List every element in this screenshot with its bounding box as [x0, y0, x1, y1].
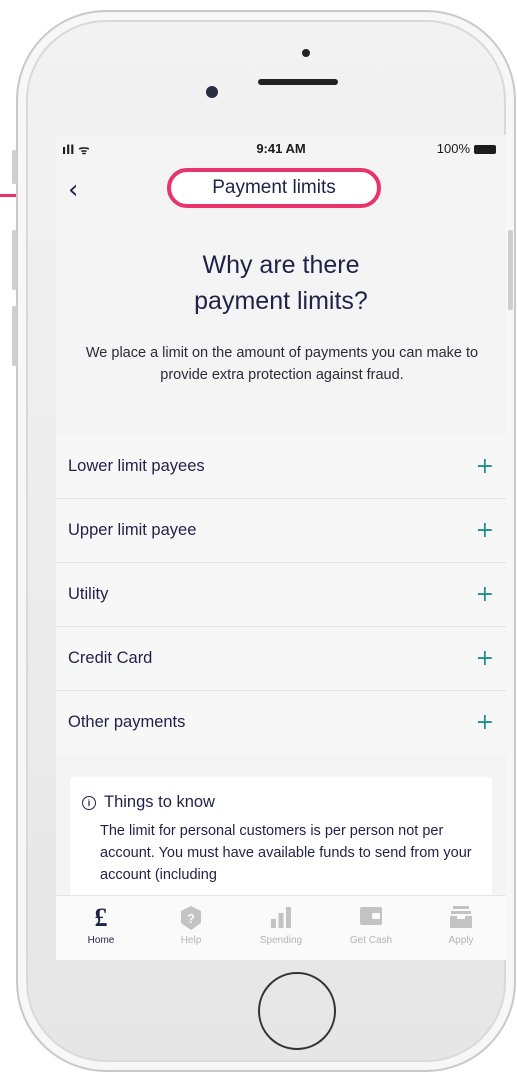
info-icon: i [82, 796, 96, 810]
page-title: Payment limits [212, 177, 336, 198]
hero-heading-line2: payment limits? [194, 287, 368, 315]
plus-icon[interactable]: + [476, 646, 494, 671]
navigation-bar: ‹ Payment limits [56, 167, 506, 213]
svg-text:?: ? [187, 911, 195, 926]
question-icon: ? [146, 905, 236, 931]
title-highlight: Payment limits [167, 168, 381, 208]
accordion-item-lower-limit-payees[interactable]: Lower limit payees + [56, 435, 506, 498]
tab-bar: £ Home ? Help Spending Get Cash Apply [56, 895, 506, 960]
accordion-item-utility[interactable]: Utility + [56, 562, 506, 626]
inbox-icon [416, 905, 506, 931]
tab-get-cash[interactable]: Get Cash [326, 896, 416, 960]
accordion-item-label: Lower limit payees [68, 457, 205, 475]
accordion-item-credit-card[interactable]: Credit Card + [56, 626, 506, 690]
volume-down-button[interactable] [12, 306, 17, 366]
volume-up-button[interactable] [12, 230, 17, 290]
things-to-know-body: The limit for personal customers is per … [100, 823, 472, 883]
accordion-item-upper-limit-payee[interactable]: Upper limit payee + [56, 498, 506, 562]
accordion-item-label: Credit Card [68, 649, 153, 667]
bar-chart-icon [236, 905, 326, 931]
battery-percent: 100% [436, 141, 470, 156]
tab-label: Apply [448, 935, 474, 946]
home-button[interactable] [258, 972, 336, 1050]
proximity-sensor [302, 49, 310, 57]
hero-description: We place a limit on the amount of paymen… [85, 345, 479, 383]
things-to-know-title: Things to know [104, 793, 215, 811]
plus-icon[interactable]: + [476, 710, 494, 735]
accordion-item-other-payments[interactable]: Other payments + [56, 690, 506, 754]
plus-icon[interactable]: + [476, 518, 494, 543]
tab-apply[interactable]: Apply [416, 896, 506, 960]
battery-indicator: 100% [437, 141, 496, 156]
phone-screen: ıll ᯤ 9:41 AM 100% ‹ Payment limits Why … [56, 135, 506, 960]
accordion-item-label: Utility [68, 585, 109, 603]
things-to-know-heading: i Things to know [82, 793, 215, 812]
tab-label: Get Cash [349, 935, 393, 946]
chevron-left-icon: ‹ [68, 175, 79, 205]
accordion-item-label: Upper limit payee [68, 521, 197, 539]
status-bar: ıll ᯤ 9:41 AM 100% [56, 135, 506, 163]
tab-label: Spending [259, 935, 303, 946]
mute-switch [12, 150, 17, 184]
power-button[interactable] [508, 230, 513, 310]
tab-home[interactable]: £ Home [56, 896, 146, 960]
tab-spending[interactable]: Spending [236, 896, 326, 960]
battery-icon [474, 145, 496, 155]
back-button[interactable]: ‹ [68, 175, 98, 205]
tab-help[interactable]: ? Help [146, 896, 236, 960]
tab-label: Home [87, 935, 115, 946]
hero-heading: Why are there payment limits? [56, 247, 506, 319]
earpiece-speaker [258, 79, 338, 85]
accordion-item-label: Other payments [68, 713, 186, 731]
plus-icon[interactable]: + [476, 454, 494, 479]
plus-icon[interactable]: + [476, 582, 494, 607]
tab-label: Help [180, 935, 202, 946]
wallet-icon [326, 905, 416, 931]
hero-heading-line1: Why are there [202, 251, 360, 279]
pound-icon: £ [94, 903, 108, 932]
front-camera [206, 86, 218, 98]
limits-accordion: Lower limit payees + Upper limit payee +… [56, 435, 506, 754]
